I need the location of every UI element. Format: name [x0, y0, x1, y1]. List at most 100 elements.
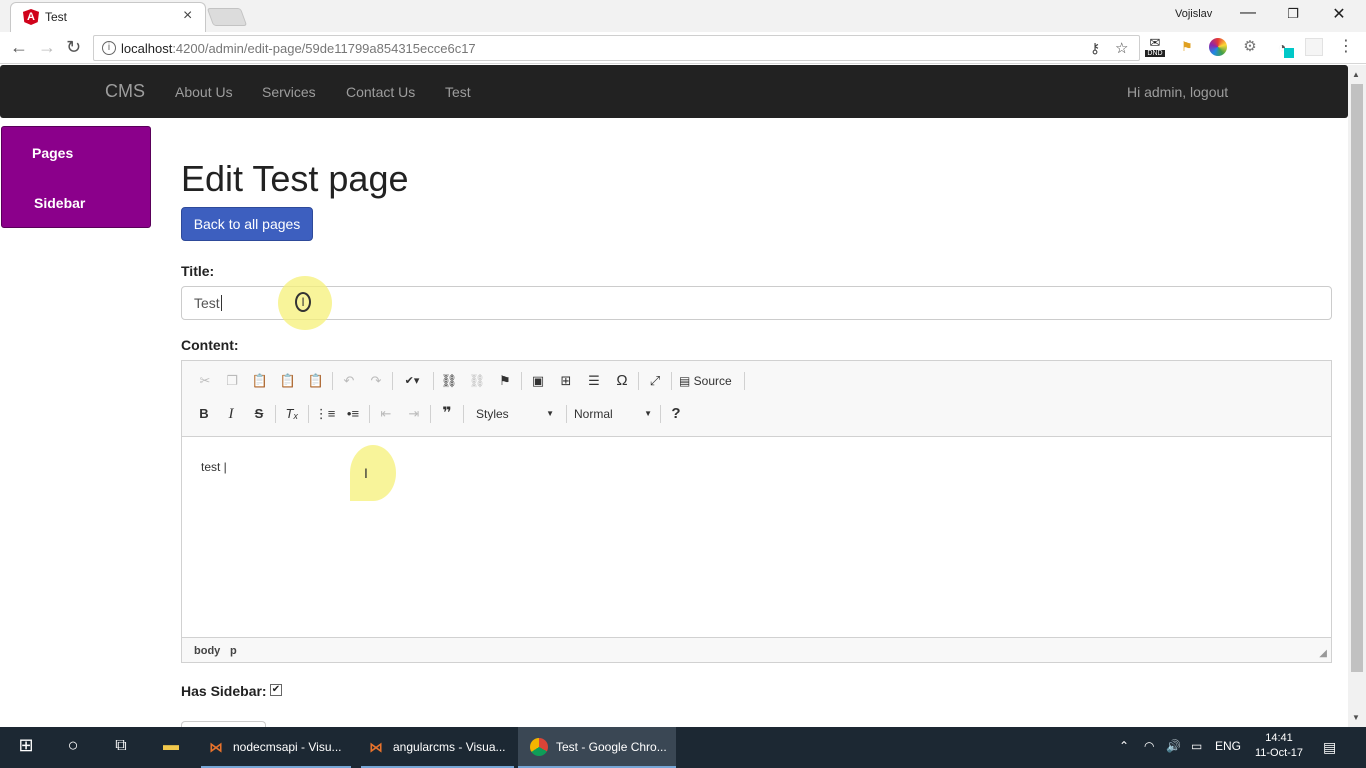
resize-handle-icon[interactable]: ◢ — [1319, 648, 1327, 659]
editor-content-text: test | — [201, 460, 227, 474]
redo-icon[interactable]: ↷ — [365, 370, 387, 392]
nav-link-contact-us[interactable]: Contact Us — [346, 84, 415, 100]
page-scrollbar[interactable]: ▲ ▼ — [1348, 65, 1366, 727]
extension-icon[interactable]: ⚑ — [1178, 38, 1196, 56]
url-text[interactable]: localhost:4200/admin/edit-page/59de11799… — [121, 41, 476, 56]
search-icon[interactable]: ○ — [61, 735, 85, 756]
tab-title: Test — [45, 10, 68, 24]
side-item-pages[interactable]: Pages — [32, 145, 73, 161]
dnd-mail-icon[interactable]: ✉ DND — [1145, 36, 1165, 60]
chevron-up-icon[interactable]: ⌃ — [1119, 739, 1129, 753]
language-indicator[interactable]: ENG — [1215, 739, 1241, 753]
source-button[interactable]: ▤ Source — [679, 370, 732, 392]
chevron-down-icon: ▼ — [644, 409, 652, 418]
top-navbar: CMS About Us Services Contact Us Test Hi… — [0, 65, 1348, 118]
profile-name[interactable]: Vojislav — [1175, 8, 1212, 20]
scroll-up-icon[interactable]: ▲ — [1352, 70, 1360, 79]
close-window-icon[interactable]: ✕ — [1327, 4, 1351, 24]
windows-start-icon[interactable]: ⊞ — [14, 735, 38, 756]
indent-icon[interactable]: ⇥ — [403, 403, 425, 425]
color-picker-icon[interactable] — [1209, 38, 1227, 56]
vscode-icon: ⋈ — [369, 739, 383, 755]
taskbar-item-chrome[interactable]: Test - Google Chro... — [518, 727, 676, 768]
close-tab-icon[interactable]: × — [183, 7, 192, 25]
undo-icon[interactable]: ↶ — [338, 370, 360, 392]
admin-side-menu: Pages Sidebar — [1, 126, 151, 228]
path-p[interactable]: p — [230, 645, 237, 657]
spellcheck-icon[interactable]: ✔▾ — [398, 370, 426, 392]
scroll-thumb[interactable] — [1351, 84, 1363, 672]
vscode-icon: ⋈ — [209, 739, 223, 755]
chrome-icon — [530, 738, 548, 756]
anchor-flag-icon[interactable]: ⚑ — [494, 370, 516, 392]
key-icon[interactable]: ⚷ — [1090, 40, 1100, 57]
copy-icon[interactable]: ❐ — [221, 370, 243, 392]
minimize-icon[interactable]: — — [1236, 4, 1260, 22]
has-sidebar-label: Has Sidebar: — [181, 683, 267, 699]
chrome-menu-icon[interactable]: ⋮ — [1337, 38, 1355, 56]
title-label: Title: — [181, 263, 215, 279]
blockquote-icon[interactable]: ❞ — [436, 403, 458, 425]
outdent-icon[interactable]: ⇤ — [375, 403, 397, 425]
format-dropdown-label: Normal — [574, 407, 613, 421]
info-icon[interactable]: i — [102, 41, 116, 55]
format-dropdown[interactable]: Normal ▼ — [574, 403, 652, 425]
address-bar[interactable]: i localhost:4200/admin/edit-page/59de117… — [93, 35, 1140, 61]
reload-icon[interactable]: ↻ — [66, 37, 81, 58]
path-body[interactable]: body — [194, 645, 220, 657]
help-icon[interactable]: ? — [665, 403, 687, 425]
link-icon[interactable]: ⛓ — [438, 370, 460, 392]
brand-link[interactable]: CMS — [105, 81, 145, 102]
special-char-icon[interactable]: Ω — [611, 370, 633, 392]
italic-icon[interactable]: I — [220, 403, 242, 425]
paste-text-icon[interactable]: 📋 — [277, 370, 299, 392]
taskbar-item-angularcms[interactable]: ⋈ angularcms - Visua... — [361, 727, 514, 768]
settings-gear-icon[interactable]: ⚙ — [1241, 38, 1259, 56]
bulleted-list-icon[interactable]: •≡ — [342, 403, 364, 425]
numbered-list-icon[interactable]: ⋮≡ — [314, 403, 336, 425]
nav-link-test[interactable]: Test — [445, 84, 471, 100]
wifi-icon[interactable]: ◠ — [1144, 739, 1154, 753]
battery-icon[interactable]: ▭ — [1191, 739, 1202, 753]
back-to-all-pages-button[interactable]: Back to all pages — [181, 207, 313, 241]
image-icon[interactable]: ▣ — [527, 370, 549, 392]
bold-icon[interactable]: B — [193, 403, 215, 425]
source-label: Source — [693, 374, 732, 388]
scroll-down-icon[interactable]: ▼ — [1352, 713, 1360, 722]
has-sidebar-checkbox[interactable]: ✔ — [270, 684, 282, 696]
clock-date: 11-Oct-17 — [1254, 747, 1304, 759]
extension-blank-icon[interactable] — [1305, 38, 1323, 56]
nav-link-about-us[interactable]: About Us — [175, 84, 233, 100]
forward-arrow-icon[interactable]: → — [38, 37, 56, 58]
taskbar-item-label: angularcms - Visua... — [393, 740, 506, 754]
taskbar-item-nodecmsapi[interactable]: ⋈ nodecmsapi - Visu... — [201, 727, 351, 768]
maximize-icon[interactable]: ⤢ — [644, 370, 666, 392]
styles-dropdown[interactable]: Styles ▼ — [476, 403, 554, 425]
back-arrow-icon[interactable]: ← — [10, 37, 28, 58]
browser-tab[interactable]: A Test × — [10, 2, 206, 32]
paste-icon[interactable]: 📋 — [249, 370, 271, 392]
strikethrough-icon[interactable]: S — [248, 403, 270, 425]
file-explorer-icon[interactable]: ▬ — [159, 737, 183, 755]
nav-link-services[interactable]: Services — [262, 84, 316, 100]
page-title: Edit Test page — [181, 158, 409, 199]
side-item-sidebar[interactable]: Sidebar — [34, 195, 85, 211]
cut-icon[interactable]: ✂ — [194, 370, 216, 392]
title-input[interactable]: Test — [181, 286, 1332, 320]
restore-icon[interactable]: ❐ — [1281, 6, 1305, 22]
task-view-icon[interactable]: ⧉ — [109, 737, 133, 755]
table-icon[interactable]: ⊞ — [555, 370, 577, 392]
volume-icon[interactable]: 🔊 — [1166, 739, 1181, 753]
logout-link[interactable]: Hi admin, logout — [1127, 84, 1228, 100]
paste-word-icon[interactable]: 📋 — [305, 370, 327, 392]
unlink-icon[interactable]: ⛓ — [466, 370, 488, 392]
remove-format-icon[interactable]: Tₓ — [281, 403, 303, 425]
editor-toolbar: ✂ ❐ 📋 📋 📋 ↶ ↷ ✔▾ ⛓ ⛓ ⚑ ▣ ⊞ ☰ Ω ⤢ ▤ Sourc… — [182, 361, 1331, 437]
windows-taskbar: ⊞ ○ ⧉ ▬ ⋈ nodecmsapi - Visu... ⋈ angular… — [0, 727, 1366, 768]
horizontal-line-icon[interactable]: ☰ — [583, 370, 605, 392]
bookmark-star-icon[interactable]: ☆ — [1115, 39, 1128, 57]
clock-time: 14:41 — [1265, 732, 1293, 744]
clock[interactable]: 14:41 11-Oct-17 — [1253, 731, 1305, 761]
new-tab-button[interactable] — [206, 8, 248, 26]
notifications-icon[interactable]: ▤ — [1323, 739, 1336, 756]
